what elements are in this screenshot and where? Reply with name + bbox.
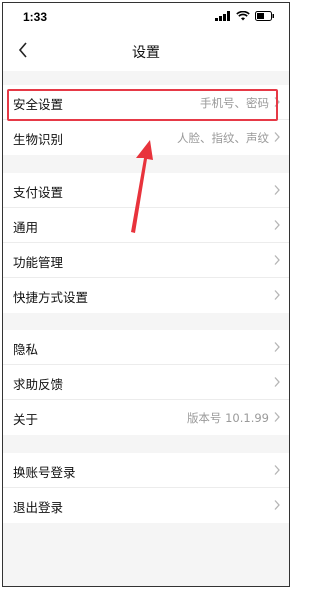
wifi-icon	[236, 11, 250, 21]
row-label: 生物识别	[13, 132, 64, 147]
row-value: 人脸、指纹、声纹	[177, 131, 269, 145]
settings-row-about[interactable]: 关于 版本号 10.1.99	[3, 400, 289, 435]
chevron-right-icon	[274, 465, 280, 475]
settings-row-payment[interactable]: 支付设置	[3, 173, 289, 208]
settings-row-biometrics[interactable]: 生物识别 人脸、指纹、声纹	[3, 120, 289, 155]
page-title: 设置	[132, 45, 160, 61]
signal-icon	[215, 11, 230, 21]
chevron-right-icon	[274, 412, 280, 422]
battery-icon	[255, 11, 274, 21]
settings-row-logout[interactable]: 退出登录	[3, 488, 289, 523]
row-label: 换账号登录	[13, 465, 76, 480]
phone-screen: 1:33 设置 安全设置 手机号、密码 生物识别 人脸、指纹、声纹 支付设置 通…	[2, 2, 290, 587]
version-value: 版本号 10.1.99	[186, 411, 269, 425]
settings-row-features[interactable]: 功能管理	[3, 243, 289, 278]
chevron-right-icon	[274, 185, 280, 195]
settings-row-switch-account[interactable]: 换账号登录	[3, 453, 289, 488]
row-label: 功能管理	[13, 255, 64, 270]
row-label: 通用	[13, 220, 39, 235]
row-label: 快捷方式设置	[13, 290, 89, 305]
row-label: 退出登录	[13, 500, 64, 515]
status-bar: 1:33	[3, 3, 289, 31]
row-label: 隐私	[13, 342, 39, 357]
settings-group-about: 隐私 求助反馈 关于 版本号 10.1.99	[3, 330, 289, 435]
status-time: 1:33	[23, 10, 48, 24]
chevron-right-icon	[274, 500, 280, 510]
navigation-bar: 设置	[3, 31, 289, 71]
chevron-right-icon	[274, 132, 280, 142]
settings-row-privacy[interactable]: 隐私	[3, 330, 289, 365]
row-label: 支付设置	[13, 185, 64, 200]
chevron-right-icon	[274, 220, 280, 230]
settings-row-feedback[interactable]: 求助反馈	[3, 365, 289, 400]
chevron-right-icon	[274, 342, 280, 352]
settings-row-shortcuts[interactable]: 快捷方式设置	[3, 278, 289, 313]
annotation-highlight-box	[7, 89, 278, 121]
row-label: 关于	[13, 412, 39, 427]
settings-group-general: 支付设置 通用 功能管理 快捷方式设置	[3, 173, 289, 313]
chevron-right-icon	[274, 255, 280, 265]
settings-group-account-actions: 换账号登录 退出登录	[3, 453, 289, 523]
row-label: 求助反馈	[13, 377, 64, 392]
settings-row-general[interactable]: 通用	[3, 208, 289, 243]
status-icons	[215, 11, 275, 21]
chevron-right-icon	[274, 290, 280, 300]
chevron-right-icon	[274, 377, 280, 387]
